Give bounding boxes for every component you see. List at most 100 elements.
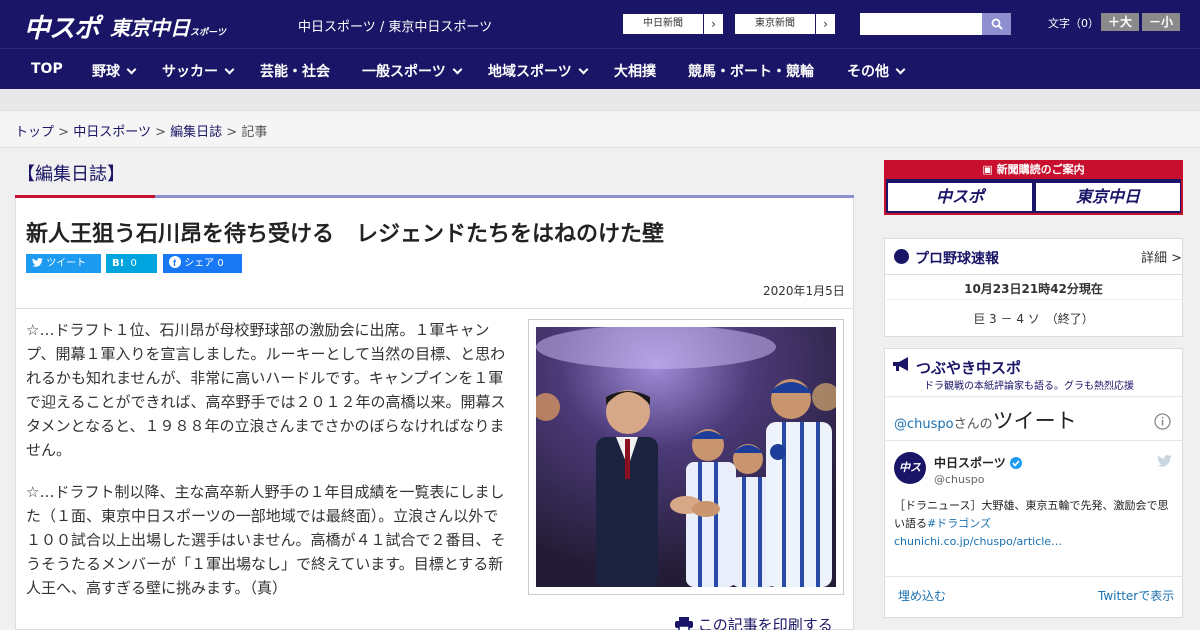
facebook-share-count: 0 xyxy=(217,258,224,269)
tokyo-chunichi-logo-small: スポーツ xyxy=(190,28,226,38)
verified-icon xyxy=(1009,457,1022,469)
breadcrumb-separator: > xyxy=(58,125,70,140)
nav-local-sports[interactable]: 地域スポーツ xyxy=(488,61,589,81)
embed-link[interactable]: 埋め込む xyxy=(898,587,946,604)
nav-top-label: TOP xyxy=(31,61,63,77)
nav-baseball-label: 野球 xyxy=(92,64,120,80)
baseball-detail-link[interactable]: 詳細 > xyxy=(1141,247,1182,266)
twitter-account-suffix: さんの xyxy=(953,417,993,432)
article-paragraph: ☆…ドラフト１位、石川昂が母校野球部の激励会に出席。１軍キャンプ、開幕１軍入りを… xyxy=(26,321,506,459)
tokyo-shimbun-label: 東京新聞 xyxy=(755,18,795,29)
view-on-twitter-link[interactable]: Twitterで表示 xyxy=(1098,587,1174,604)
facebook-icon: f xyxy=(169,256,181,268)
article-headline: 新人王狙う石川昂を待ち受ける レジェンドたちをはねのけた壁 xyxy=(26,222,665,247)
subscription-promo-label: 新聞購読のご案内 xyxy=(996,163,1085,176)
breadcrumb-separator: > xyxy=(226,125,238,140)
font-smaller-button[interactable]: －小 xyxy=(1142,13,1180,31)
tweets-divider-2 xyxy=(884,440,1183,441)
subscription-promo-title: ▣ 新聞購読のご案内 xyxy=(884,160,1183,179)
nav-entertainment-label: 芸能・社会 xyxy=(260,64,330,80)
nav-entertainment[interactable]: 芸能・社会 xyxy=(260,61,330,81)
printer-icon xyxy=(675,617,693,630)
nav-other[interactable]: その他 xyxy=(847,61,906,81)
chevron-down-icon xyxy=(578,64,589,75)
nav-soccer[interactable]: サッカー xyxy=(162,61,235,81)
tweets-divider xyxy=(884,396,1183,397)
facebook-share-button[interactable]: f シェア 0 xyxy=(163,254,242,273)
tweets-divider-3 xyxy=(884,576,1183,577)
article-paragraph: ☆…ドラフト制以降、主な高卒新人野手の１年目成績を一覧表にしました（１面、東京中… xyxy=(26,483,506,597)
facebook-share-label: シェア xyxy=(184,258,215,269)
print-article-label: この記事を印刷する xyxy=(697,616,833,630)
twitter-bird-icon[interactable] xyxy=(1157,455,1172,467)
promo-chuspo-button[interactable]: 中スポ xyxy=(888,183,1032,211)
search-icon xyxy=(991,18,1003,30)
tweet-user-name-text: 中日スポーツ xyxy=(934,456,1006,470)
breadcrumb-top[interactable]: トップ xyxy=(15,125,54,140)
baseball-score-row[interactable]: 巨 3 － 4 ソ （終了） xyxy=(884,310,1183,327)
section-title: 【編集日誌】 xyxy=(17,164,125,185)
hatena-icon: B! xyxy=(112,258,125,269)
tweets-title: つぶやき中スポ xyxy=(916,359,1022,377)
avatar[interactable]: 中ス xyxy=(894,452,926,484)
nav-general-sports-label: 一般スポーツ xyxy=(362,64,446,80)
nav-sumo[interactable]: 大相撲 xyxy=(614,61,656,81)
tweet-link[interactable]: chunichi.co.jp/chuspo/article… xyxy=(894,535,1062,548)
chevron-down-icon xyxy=(895,64,906,75)
search-button[interactable] xyxy=(982,13,1011,35)
baseball-divider xyxy=(884,274,1183,275)
megaphone-icon xyxy=(893,357,908,371)
nav-sumo-label: 大相撲 xyxy=(614,64,656,80)
tweets-subtitle: ドラ観戦の本紙評論家も語る。グラも熱烈応援 xyxy=(924,381,1134,392)
nav-racing-label: 競馬・ボート・競輪 xyxy=(688,64,814,80)
breadcrumb-editorial-diary[interactable]: 編集日誌 xyxy=(170,125,222,140)
chevron-down-icon xyxy=(126,64,137,75)
article-divider xyxy=(16,308,853,309)
breadcrumb-separator: > xyxy=(155,125,166,140)
hatena-bookmark-button[interactable]: B! 0 xyxy=(106,254,157,273)
tweet-button[interactable]: ツイート xyxy=(26,254,101,273)
chevron-right-icon: › xyxy=(703,14,723,34)
baseball-updated-time: 10月23日21時42分現在 xyxy=(964,282,1103,296)
tweet-user-handle[interactable]: @chuspo xyxy=(934,473,984,486)
chunichi-shimbun-link[interactable]: 中日新聞 › xyxy=(622,13,724,35)
article-photo-image xyxy=(536,327,836,587)
ad-strip xyxy=(0,89,1200,111)
tweet-text: ［ドラニュース］大野雄、東京五輪で先発、激励会で思い語る#ドラゴンズ chuni… xyxy=(894,497,1174,551)
nav-general-sports[interactable]: 一般スポーツ xyxy=(362,61,463,81)
breadcrumb-current: 記事 xyxy=(241,125,268,140)
tokyo-shimbun-link[interactable]: 東京新聞 › xyxy=(734,13,836,35)
search-input[interactable] xyxy=(860,13,982,35)
nav-racing[interactable]: 競馬・ボート・競輪 xyxy=(688,61,814,81)
breadcrumb-chunichi-sports[interactable]: 中日スポーツ xyxy=(73,125,151,140)
chuspo-logo[interactable]: 中スポ xyxy=(24,8,100,45)
twitter-tweets-label: ツイート xyxy=(992,409,1077,433)
font-larger-button[interactable]: ＋大 xyxy=(1101,13,1139,31)
tweet-user-name[interactable]: 中日スポーツ xyxy=(934,454,1022,471)
info-icon[interactable] xyxy=(1154,413,1171,430)
baseball-icon xyxy=(894,249,909,264)
promo-tokyo-chunichi-button[interactable]: 東京中日 xyxy=(1036,183,1180,211)
nav-soccer-label: サッカー xyxy=(162,64,218,80)
twitter-account-handle[interactable]: @chuspo xyxy=(894,417,954,432)
baseball-scores-title: プロ野球速報 xyxy=(915,251,999,267)
baseball-divider-2 xyxy=(884,299,1183,300)
article-photo[interactable] xyxy=(536,327,836,587)
tweet-hashtag[interactable]: #ドラゴンズ xyxy=(927,517,991,530)
tokyo-chunichi-logo[interactable]: 東京中日スポーツ xyxy=(110,12,226,41)
chunichi-shimbun-label: 中日新聞 xyxy=(643,18,683,29)
nav-baseball[interactable]: 野球 xyxy=(92,61,137,81)
chevron-down-icon xyxy=(452,64,463,75)
nav-top[interactable]: TOP xyxy=(31,61,63,77)
breadcrumb: トップ > 中日スポーツ > 編集日誌 > 記事 xyxy=(15,121,267,140)
tweet-button-label: ツイート xyxy=(46,258,87,269)
twitter-icon xyxy=(32,258,43,267)
chevron-down-icon xyxy=(224,64,235,75)
hatena-count: 0 xyxy=(130,258,137,269)
article-date: 2020年1月5日 xyxy=(763,284,845,298)
tokyo-chunichi-logo-text: 東京中日 xyxy=(110,16,190,40)
site-name[interactable]: 中日スポーツ / 東京中日スポーツ xyxy=(298,16,492,35)
chevron-right-icon: › xyxy=(815,14,835,34)
print-article-link[interactable]: この記事を印刷する xyxy=(675,614,833,630)
twitter-timeline-header: @chuspoさんのツイート xyxy=(894,405,1077,435)
